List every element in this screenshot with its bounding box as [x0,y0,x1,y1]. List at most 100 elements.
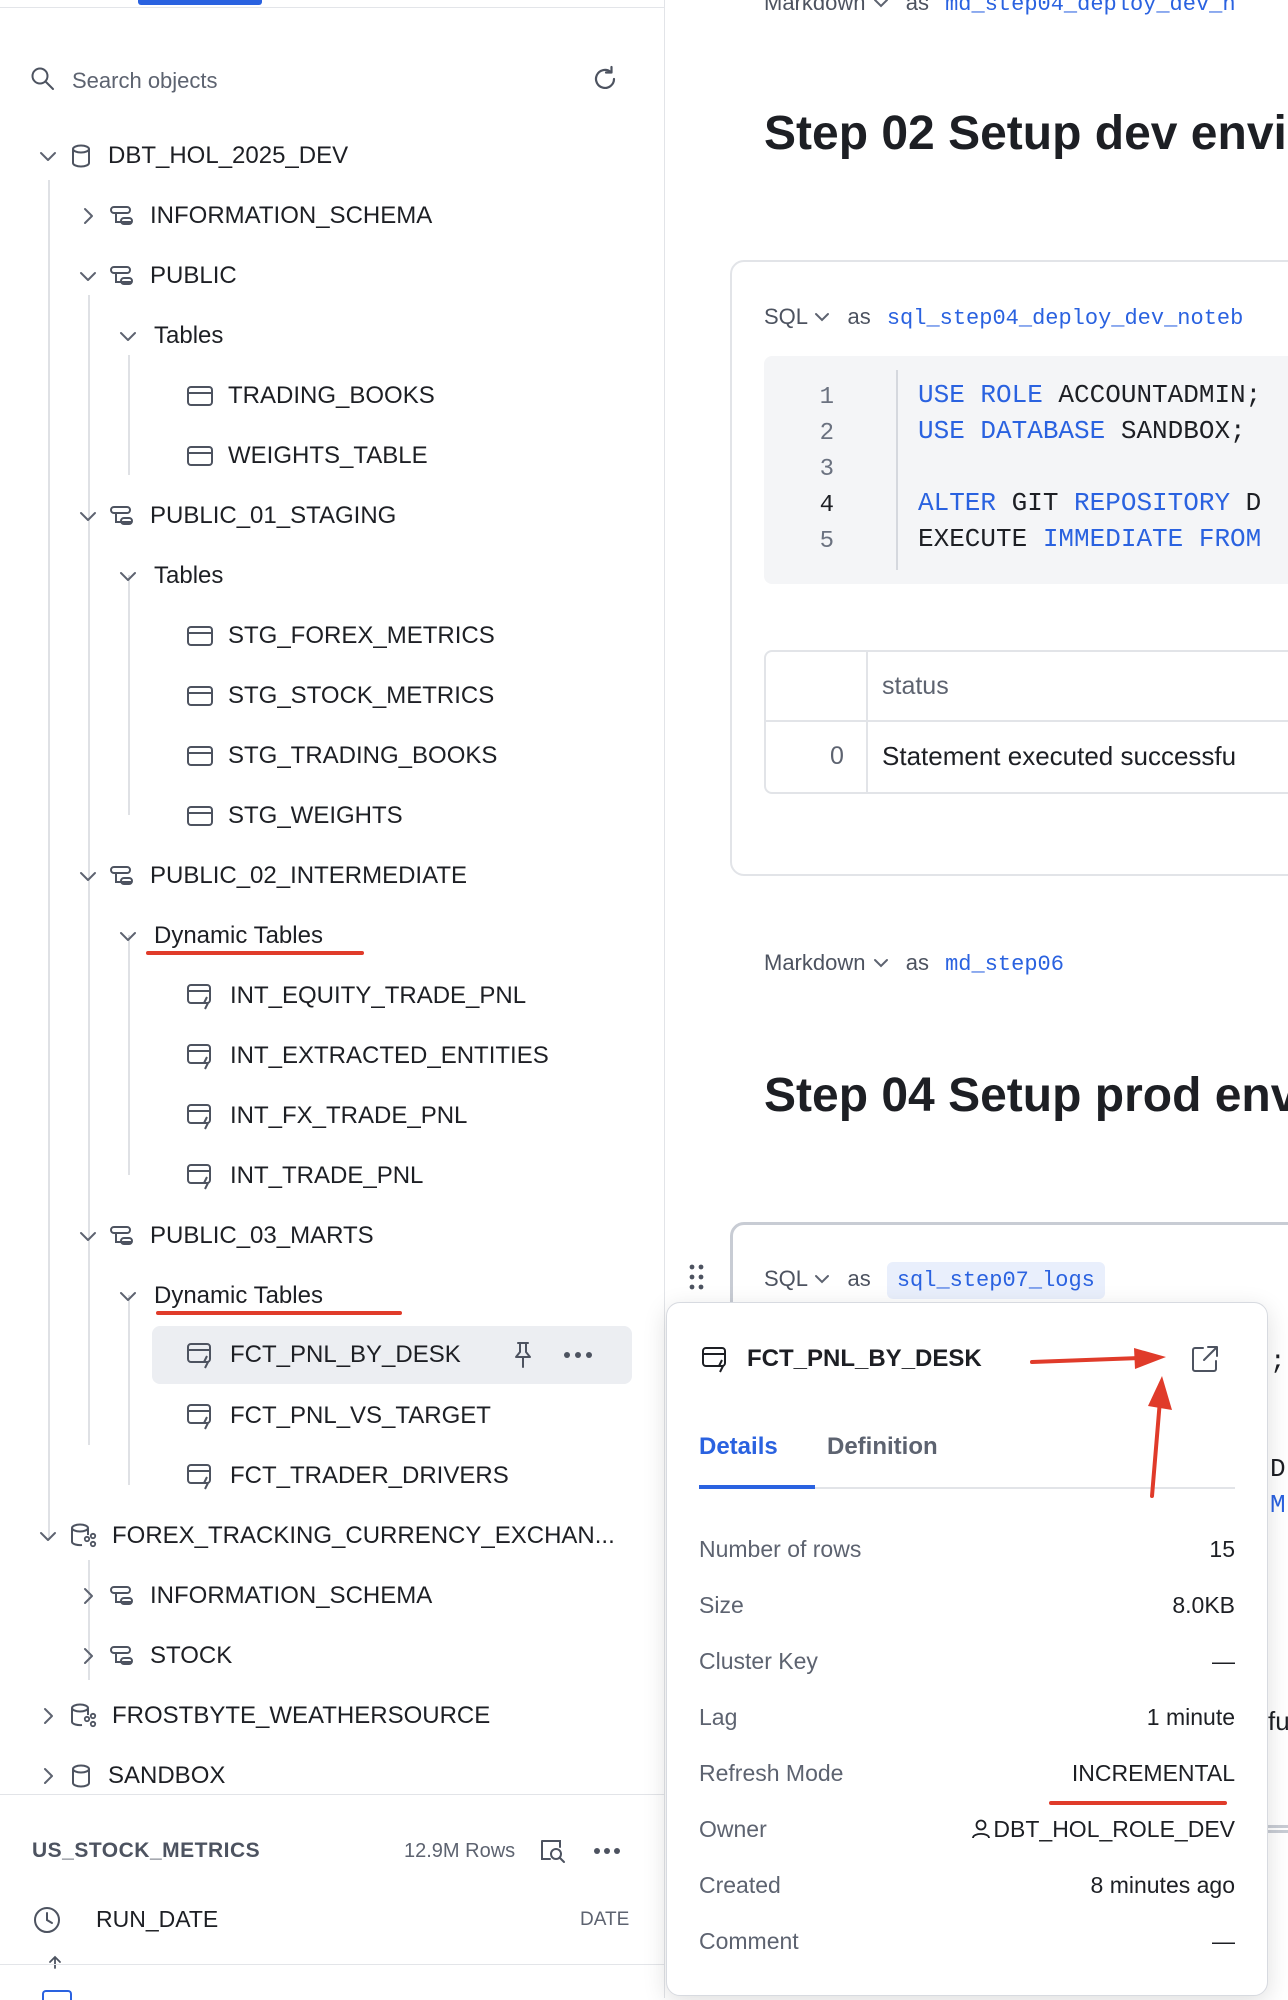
gutter-divider [896,370,898,570]
tree-dynamic-table-int-extracted-entities[interactable]: INT_EXTRACTED_ENTITIES [186,1030,549,1082]
tree-schema-public-02-intermediate[interactable]: PUBLIC_02_INTERMEDIATE [76,850,467,902]
tree-guide [128,575,130,815]
divider [0,1964,664,1965]
dynamic-table-icon [187,1404,211,1430]
tree-label: Dynamic Tables [154,922,323,949]
drag-handle-icon[interactable] [688,1262,706,1292]
detail-key: Lag [699,1703,738,1730]
tab-details[interactable]: Details [699,1433,778,1461]
tree-table-stg-weights[interactable]: STG_WEIGHTS [186,790,403,842]
tree-schema-information-schema[interactable]: INFORMATION_SCHEMA [76,190,432,242]
code-text: M [1270,1490,1286,1520]
tree-dynamic-table-fct-pnl-by-desk[interactable]: FCT_PNL_BY_DESK [186,1329,461,1381]
detail-value: — [1212,1647,1235,1674]
tree-schema-stock[interactable]: STOCK [76,1630,232,1682]
tree-dynamic-table-fct-pnl-vs-target[interactable]: FCT_PNL_VS_TARGET [186,1390,491,1442]
chevron-down-icon[interactable] [36,1524,60,1548]
cell-type-selector[interactable]: Markdown as md_step04_deploy_dev_n [764,0,1236,17]
cell-name[interactable]: sql_step04_deploy_dev_noteb [887,306,1243,331]
detail-key: Refresh Mode [699,1759,844,1786]
table-icon [187,686,213,706]
chevron-right-icon[interactable] [76,1584,100,1608]
cell-name[interactable]: md_step06 [945,952,1064,977]
tree-table-weights-table[interactable]: WEIGHTS_TABLE [186,430,428,482]
code-editor[interactable]: 1 2 3 4 5 USE ROLE ACCOUNTADMIN; USE DAT… [764,356,1288,584]
refresh-icon[interactable] [590,64,620,94]
tree-label: Dynamic Tables [154,1282,323,1309]
cell-name[interactable]: md_step04_deploy_dev_n [945,0,1235,17]
tree-schema-public[interactable]: PUBLIC [76,250,237,302]
tree-table-stg-trading-books[interactable]: STG_TRADING_BOOKS [186,730,497,782]
tree-label: Tables [154,562,224,589]
tree-label: STG_WEIGHTS [228,802,403,829]
tree-schema-public-01-staging[interactable]: PUBLIC_01_STAGING [76,490,396,542]
search-input[interactable]: Search objects [72,68,218,94]
tree-folder-tables[interactable]: Tables [116,550,223,602]
tree-label: STG_FOREX_METRICS [228,622,495,649]
chevron-down-icon[interactable] [76,504,100,528]
cell-border [1268,1830,1288,1833]
chevron-down-icon[interactable] [76,1224,100,1248]
more-options-icon[interactable] [592,1843,622,1859]
cell-type-selector[interactable]: SQL as sql_step07_logs [764,1262,1105,1299]
tree-dynamic-table-int-equity-trade-pnl[interactable]: INT_EQUITY_TRADE_PNL [186,970,526,1022]
tree-label: STG_TRADING_BOOKS [228,742,498,769]
tree-schema-information-schema[interactable]: INFORMATION_SCHEMA [76,1570,432,1622]
chevron-right-icon[interactable] [76,1644,100,1668]
chevron-down-icon[interactable] [116,1284,140,1308]
detail-key: Created [699,1871,781,1898]
open-in-new-icon[interactable] [1189,1343,1221,1375]
detail-value: INCREMENTAL [1071,1759,1235,1786]
chevron-right-icon[interactable] [76,204,100,228]
schema-icon [110,266,133,285]
tree-table-stg-stock-metrics[interactable]: STG_STOCK_METRICS [186,670,494,722]
tree-dynamic-table-int-fx-trade-pnl[interactable]: INT_FX_TRADE_PNL [186,1090,467,1142]
preview-data-icon[interactable] [538,1837,568,1865]
tree-db-frostbyte-weathersource[interactable]: FROSTBYTE_WEATHERSOURCE [36,1690,490,1742]
cell-type-selector[interactable]: Markdown as md_step06 [764,950,1064,977]
code-text: EXECUTE [918,524,1043,554]
chevron-right-icon[interactable] [36,1704,60,1728]
chevron-right-icon[interactable] [36,1764,60,1788]
tree-db-forex-tracking[interactable]: FOREX_TRACKING_CURRENCY_EXCHAN... [36,1510,615,1562]
tree-table-trading-books[interactable]: TRADING_BOOKS [186,370,435,422]
row-divider [766,720,1288,722]
tree-table-stg-forex-metrics[interactable]: STG_FOREX_METRICS [186,610,495,662]
shared-database-icon [71,1523,97,1548]
chevron-down-icon[interactable] [116,564,140,588]
tree-label: STOCK [150,1642,233,1669]
chevron-down-icon[interactable] [116,324,140,348]
chevron-down-icon[interactable] [76,864,100,888]
table-preview-panel: US_STOCK_METRICS 12.9M Rows RUN_DATE DAT… [0,1794,664,1999]
tree-db-dbt-hol-2025-dev[interactable]: DBT_HOL_2025_DEV [36,130,348,182]
tree-label: FCT_PNL_VS_TARGET [230,1402,491,1429]
detail-key: Size [699,1591,744,1618]
cell-type-selector[interactable]: SQL as sql_step04_deploy_dev_noteb [764,304,1243,331]
popover-title: FCT_PNL_BY_DESK [747,1345,982,1372]
more-options-icon[interactable] [562,1345,594,1365]
preview-row-count: 12.9M Rows [404,1840,516,1862]
chevron-down-icon[interactable] [76,264,100,288]
object-explorer-panel: Search objects DBT_HOL_2025_DEV INFORMAT… [0,0,665,2000]
tree-label: INT_FX_TRADE_PNL [230,1102,468,1129]
search-objects-field[interactable]: Search objects [30,62,630,96]
pin-icon[interactable] [510,1340,536,1370]
tree-dynamic-table-fct-trader-drivers[interactable]: FCT_TRADER_DRIVERS [186,1450,509,1502]
tree-schema-public-03-marts[interactable]: PUBLIC_03_MARTS [76,1210,374,1262]
code-text: ; [1270,1346,1286,1376]
detail-row-owner: Owner DBT_HOL_ROLE_DEV [699,1807,1235,1851]
result-cell: Statement executed successfu [882,741,1237,771]
cell-name[interactable]: sql_step07_logs [886,1262,1105,1299]
detail-value: 8 minutes ago [1090,1871,1235,1898]
tree-folder-tables[interactable]: Tables [116,310,223,362]
cell-as-label: as [847,1266,871,1291]
detail-value: 1 minute [1146,1703,1235,1730]
tree-dynamic-table-int-trade-pnl[interactable]: INT_TRADE_PNL [186,1150,423,1202]
tab-definition[interactable]: Definition [827,1433,938,1461]
chevron-down-icon[interactable] [36,144,60,168]
clock-icon [34,1907,60,1933]
chevron-down-icon[interactable] [116,924,140,948]
code-line: EXECUTE IMMEDIATE FROM [918,524,1261,554]
dynamic-table-icon [187,1343,211,1369]
table-icon [187,446,213,466]
